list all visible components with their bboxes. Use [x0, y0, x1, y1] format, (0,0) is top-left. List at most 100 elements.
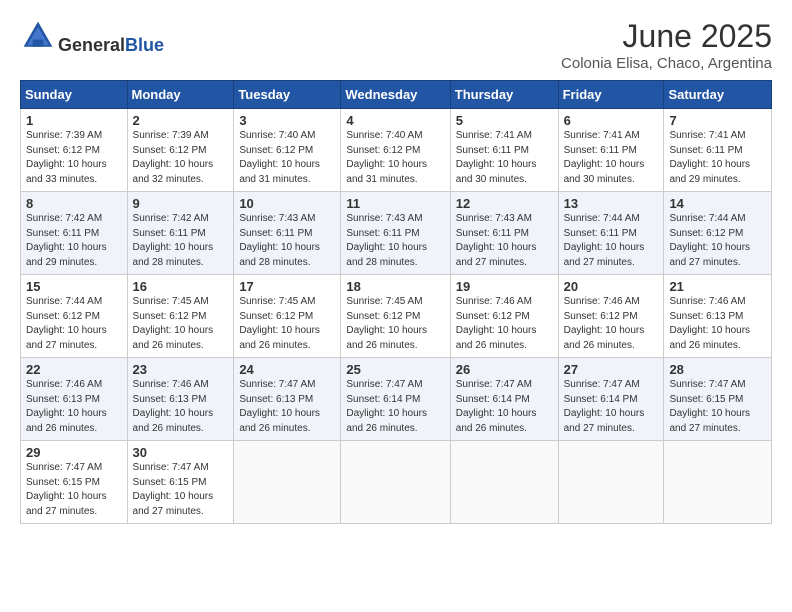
day-cell: 20 Sunrise: 7:46 AMSunset: 6:12 PMDaylig… — [558, 275, 664, 358]
day-cell: 2 Sunrise: 7:39 AMSunset: 6:12 PMDayligh… — [127, 109, 234, 192]
day-number: 3 — [239, 113, 335, 128]
day-info: Sunrise: 7:47 AMSunset: 6:14 PMDaylight:… — [564, 379, 645, 434]
logo: GeneralBlue — [20, 18, 164, 54]
day-cell: 13 Sunrise: 7:44 AMSunset: 6:11 PMDaylig… — [558, 192, 664, 275]
day-info: Sunrise: 7:44 AMSunset: 6:12 PMDaylight:… — [669, 213, 750, 268]
day-cell — [664, 441, 772, 524]
week-row-2: 8 Sunrise: 7:42 AMSunset: 6:11 PMDayligh… — [21, 192, 772, 275]
day-cell: 28 Sunrise: 7:47 AMSunset: 6:15 PMDaylig… — [664, 358, 772, 441]
day-number: 14 — [669, 196, 766, 211]
day-number: 9 — [133, 196, 229, 211]
day-cell: 29 Sunrise: 7:47 AMSunset: 6:15 PMDaylig… — [21, 441, 128, 524]
day-info: Sunrise: 7:45 AMSunset: 6:12 PMDaylight:… — [346, 296, 427, 351]
day-info: Sunrise: 7:43 AMSunset: 6:11 PMDaylight:… — [239, 213, 320, 268]
day-cell: 25 Sunrise: 7:47 AMSunset: 6:14 PMDaylig… — [341, 358, 450, 441]
calendar-title: June 2025 — [561, 18, 772, 55]
day-number: 12 — [456, 196, 553, 211]
day-number: 7 — [669, 113, 766, 128]
page: GeneralBlue June 2025 Colonia Elisa, Cha… — [0, 0, 792, 612]
day-number: 24 — [239, 362, 335, 377]
day-info: Sunrise: 7:47 AMSunset: 6:14 PMDaylight:… — [346, 379, 427, 434]
week-row-4: 22 Sunrise: 7:46 AMSunset: 6:13 PMDaylig… — [21, 358, 772, 441]
day-cell: 14 Sunrise: 7:44 AMSunset: 6:12 PMDaylig… — [664, 192, 772, 275]
day-cell: 21 Sunrise: 7:46 AMSunset: 6:13 PMDaylig… — [664, 275, 772, 358]
day-cell: 24 Sunrise: 7:47 AMSunset: 6:13 PMDaylig… — [234, 358, 341, 441]
day-number: 5 — [456, 113, 553, 128]
day-cell: 17 Sunrise: 7:45 AMSunset: 6:12 PMDaylig… — [234, 275, 341, 358]
title-block: June 2025 Colonia Elisa, Chaco, Argentin… — [561, 18, 772, 72]
day-number: 26 — [456, 362, 553, 377]
day-cell: 16 Sunrise: 7:45 AMSunset: 6:12 PMDaylig… — [127, 275, 234, 358]
calendar-location: Colonia Elisa, Chaco, Argentina — [561, 55, 772, 72]
day-cell: 26 Sunrise: 7:47 AMSunset: 6:14 PMDaylig… — [450, 358, 558, 441]
day-cell: 3 Sunrise: 7:40 AMSunset: 6:12 PMDayligh… — [234, 109, 341, 192]
day-number: 30 — [133, 445, 229, 460]
day-info: Sunrise: 7:43 AMSunset: 6:11 PMDaylight:… — [346, 213, 427, 268]
day-info: Sunrise: 7:46 AMSunset: 6:13 PMDaylight:… — [26, 379, 107, 434]
day-number: 13 — [564, 196, 659, 211]
weekday-header-tuesday: Tuesday — [234, 81, 341, 109]
day-info: Sunrise: 7:47 AMSunset: 6:15 PMDaylight:… — [133, 462, 214, 517]
day-cell — [450, 441, 558, 524]
day-number: 10 — [239, 196, 335, 211]
day-info: Sunrise: 7:46 AMSunset: 6:12 PMDaylight:… — [564, 296, 645, 351]
weekday-header-saturday: Saturday — [664, 81, 772, 109]
day-cell: 8 Sunrise: 7:42 AMSunset: 6:11 PMDayligh… — [21, 192, 128, 275]
weekday-header-thursday: Thursday — [450, 81, 558, 109]
day-number: 11 — [346, 196, 444, 211]
day-cell: 4 Sunrise: 7:40 AMSunset: 6:12 PMDayligh… — [341, 109, 450, 192]
day-cell: 6 Sunrise: 7:41 AMSunset: 6:11 PMDayligh… — [558, 109, 664, 192]
calendar-table: SundayMondayTuesdayWednesdayThursdayFrid… — [20, 80, 772, 524]
week-row-1: 1 Sunrise: 7:39 AMSunset: 6:12 PMDayligh… — [21, 109, 772, 192]
weekday-header-monday: Monday — [127, 81, 234, 109]
day-cell: 10 Sunrise: 7:43 AMSunset: 6:11 PMDaylig… — [234, 192, 341, 275]
day-cell — [341, 441, 450, 524]
day-info: Sunrise: 7:41 AMSunset: 6:11 PMDaylight:… — [564, 130, 645, 185]
day-number: 28 — [669, 362, 766, 377]
weekday-header-sunday: Sunday — [21, 81, 128, 109]
logo-icon — [20, 18, 56, 54]
day-number: 18 — [346, 279, 444, 294]
day-number: 17 — [239, 279, 335, 294]
day-number: 4 — [346, 113, 444, 128]
day-info: Sunrise: 7:47 AMSunset: 6:15 PMDaylight:… — [26, 462, 107, 517]
logo-blue-text: Blue — [125, 35, 164, 55]
day-info: Sunrise: 7:46 AMSunset: 6:12 PMDaylight:… — [456, 296, 537, 351]
day-info: Sunrise: 7:40 AMSunset: 6:12 PMDaylight:… — [346, 130, 427, 185]
day-number: 6 — [564, 113, 659, 128]
day-cell: 22 Sunrise: 7:46 AMSunset: 6:13 PMDaylig… — [21, 358, 128, 441]
day-number: 16 — [133, 279, 229, 294]
day-cell — [234, 441, 341, 524]
day-number: 2 — [133, 113, 229, 128]
weekday-header-row: SundayMondayTuesdayWednesdayThursdayFrid… — [21, 81, 772, 109]
day-cell: 18 Sunrise: 7:45 AMSunset: 6:12 PMDaylig… — [341, 275, 450, 358]
day-info: Sunrise: 7:41 AMSunset: 6:11 PMDaylight:… — [669, 130, 750, 185]
weekday-header-wednesday: Wednesday — [341, 81, 450, 109]
day-info: Sunrise: 7:46 AMSunset: 6:13 PMDaylight:… — [133, 379, 214, 434]
day-info: Sunrise: 7:44 AMSunset: 6:11 PMDaylight:… — [564, 213, 645, 268]
day-cell: 15 Sunrise: 7:44 AMSunset: 6:12 PMDaylig… — [21, 275, 128, 358]
day-cell: 19 Sunrise: 7:46 AMSunset: 6:12 PMDaylig… — [450, 275, 558, 358]
day-cell: 5 Sunrise: 7:41 AMSunset: 6:11 PMDayligh… — [450, 109, 558, 192]
day-number: 25 — [346, 362, 444, 377]
day-info: Sunrise: 7:45 AMSunset: 6:12 PMDaylight:… — [239, 296, 320, 351]
day-number: 1 — [26, 113, 122, 128]
header: GeneralBlue June 2025 Colonia Elisa, Cha… — [20, 18, 772, 72]
day-cell — [558, 441, 664, 524]
day-info: Sunrise: 7:45 AMSunset: 6:12 PMDaylight:… — [133, 296, 214, 351]
day-cell: 30 Sunrise: 7:47 AMSunset: 6:15 PMDaylig… — [127, 441, 234, 524]
day-cell: 7 Sunrise: 7:41 AMSunset: 6:11 PMDayligh… — [664, 109, 772, 192]
day-info: Sunrise: 7:47 AMSunset: 6:13 PMDaylight:… — [239, 379, 320, 434]
day-number: 29 — [26, 445, 122, 460]
day-info: Sunrise: 7:47 AMSunset: 6:14 PMDaylight:… — [456, 379, 537, 434]
day-info: Sunrise: 7:41 AMSunset: 6:11 PMDaylight:… — [456, 130, 537, 185]
week-row-3: 15 Sunrise: 7:44 AMSunset: 6:12 PMDaylig… — [21, 275, 772, 358]
day-info: Sunrise: 7:46 AMSunset: 6:13 PMDaylight:… — [669, 296, 750, 351]
week-row-5: 29 Sunrise: 7:47 AMSunset: 6:15 PMDaylig… — [21, 441, 772, 524]
day-number: 27 — [564, 362, 659, 377]
day-number: 21 — [669, 279, 766, 294]
day-cell: 23 Sunrise: 7:46 AMSunset: 6:13 PMDaylig… — [127, 358, 234, 441]
day-cell: 12 Sunrise: 7:43 AMSunset: 6:11 PMDaylig… — [450, 192, 558, 275]
day-info: Sunrise: 7:39 AMSunset: 6:12 PMDaylight:… — [133, 130, 214, 185]
day-cell: 27 Sunrise: 7:47 AMSunset: 6:14 PMDaylig… — [558, 358, 664, 441]
